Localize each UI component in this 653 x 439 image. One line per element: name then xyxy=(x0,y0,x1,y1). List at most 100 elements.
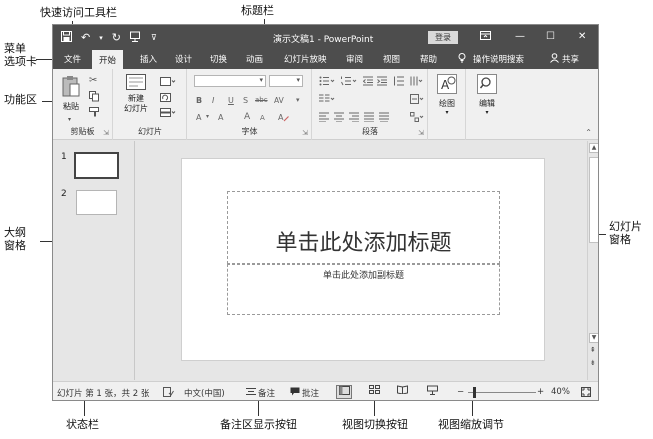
tab-review[interactable]: 审阅 xyxy=(346,53,363,65)
start-from-beginning-icon[interactable] xyxy=(129,31,142,45)
font-launcher-icon[interactable]: ⇲ xyxy=(302,129,308,137)
reset-slide-icon[interactable] xyxy=(160,93,171,104)
clear-formatting-icon[interactable]: ▾ xyxy=(296,96,300,104)
reading-view-button[interactable] xyxy=(394,385,410,399)
align-center-icon[interactable] xyxy=(334,112,345,124)
line-spacing-icon[interactable] xyxy=(393,76,405,88)
font-name-dropdown-icon[interactable]: ▾ xyxy=(259,76,263,84)
customize-quick-access-icon[interactable]: ⊽ xyxy=(151,32,157,44)
comments-button[interactable]: 批注 xyxy=(302,387,319,399)
previous-slide-icon[interactable]: ⇞ xyxy=(590,346,596,354)
vertical-scrollbar[interactable]: ▲ ▼ ⇞ ⇟ xyxy=(587,141,598,380)
tab-design[interactable]: 设计 xyxy=(175,53,192,65)
tab-file[interactable]: 文件 xyxy=(64,53,81,65)
scrollbar-thumb[interactable] xyxy=(589,157,598,243)
user-icon[interactable] xyxy=(550,53,559,66)
annot-notes-button: 备注区显示按钮 xyxy=(220,418,297,431)
smartart-icon[interactable] xyxy=(410,112,424,124)
drawing-button[interactable]: A 绘图 ▾ xyxy=(433,74,461,116)
layout-icon[interactable] xyxy=(160,77,176,88)
maximize-icon[interactable]: ☐ xyxy=(546,31,555,42)
notes-icon[interactable] xyxy=(246,387,256,399)
new-slide-button[interactable]: 新建 幻灯片 xyxy=(119,74,153,114)
share-button[interactable]: 共享 xyxy=(562,53,579,65)
character-spacing-button[interactable]: AV xyxy=(274,96,284,105)
change-case-button[interactable]: A xyxy=(218,113,223,122)
increase-font-button[interactable]: A xyxy=(244,112,250,122)
clipboard-launcher-icon[interactable]: ⇲ xyxy=(103,129,109,137)
zoom-out-button[interactable]: − xyxy=(457,387,464,397)
tab-insert[interactable]: 插入 xyxy=(140,53,157,65)
tab-help[interactable]: 帮助 xyxy=(420,53,437,65)
columns-icon[interactable] xyxy=(319,94,335,106)
zoom-slider-thumb[interactable] xyxy=(473,387,476,398)
numbering-icon[interactable] xyxy=(341,76,357,88)
text-direction-icon[interactable] xyxy=(409,76,423,88)
editing-button[interactable]: 编辑 ▾ xyxy=(473,74,501,116)
accessibility-icon[interactable] xyxy=(163,387,174,400)
font-name-combo[interactable]: ▾ xyxy=(194,75,266,87)
group-drawing: A 绘图 ▾ xyxy=(429,69,466,140)
group-font: ▾ ▾ B I U S abc AV ▾ A ▾ A A A A 字体 ⇲ xyxy=(188,69,312,140)
comments-icon[interactable] xyxy=(290,387,300,399)
undo-icon[interactable]: ↶ xyxy=(81,32,90,44)
bullets-icon[interactable] xyxy=(319,76,335,88)
justify-icon[interactable] xyxy=(364,112,375,124)
align-left-icon[interactable] xyxy=(319,112,330,124)
tell-me-search[interactable]: 操作说明搜索 xyxy=(473,53,524,65)
notes-button[interactable]: 备注 xyxy=(258,387,275,399)
distributed-icon[interactable] xyxy=(379,112,390,124)
redo-icon[interactable]: ↻ xyxy=(112,32,121,44)
tab-slideshow[interactable]: 幻灯片放映 xyxy=(284,53,327,65)
next-slide-icon[interactable]: ⇟ xyxy=(590,359,596,367)
login-button[interactable]: 登录 xyxy=(428,31,458,44)
align-right-icon[interactable] xyxy=(349,112,360,124)
collapse-ribbon-icon[interactable]: ⌃ xyxy=(585,128,592,137)
chevron-down-icon[interactable]: ▾ xyxy=(99,32,103,44)
slide-thumbnail-2[interactable] xyxy=(76,190,117,215)
normal-view-button[interactable] xyxy=(336,385,352,399)
scroll-down-icon[interactable]: ▼ xyxy=(589,333,598,343)
font-color-button[interactable]: A xyxy=(196,113,201,122)
bold-button[interactable]: B xyxy=(196,96,202,105)
format-painter-icon[interactable] xyxy=(89,107,101,119)
font-size-combo[interactable]: ▾ xyxy=(269,75,303,87)
decrease-font-button[interactable]: A xyxy=(260,114,265,122)
section-icon[interactable] xyxy=(160,108,176,119)
subtitle-placeholder[interactable]: 单击此处添加副标题 xyxy=(227,264,500,315)
tab-home[interactable]: 开始 xyxy=(92,50,124,69)
cut-icon[interactable]: ✂ xyxy=(89,75,97,86)
lightbulb-icon[interactable] xyxy=(458,53,466,66)
underline-button[interactable]: U xyxy=(228,96,234,105)
scroll-up-icon[interactable]: ▲ xyxy=(589,143,598,153)
zoom-slider[interactable] xyxy=(468,392,536,393)
title-placeholder[interactable]: 单击此处添加标题 xyxy=(227,191,500,264)
fit-to-window-icon[interactable] xyxy=(581,387,591,400)
minimize-icon[interactable]: — xyxy=(515,31,525,42)
italic-button[interactable]: I xyxy=(212,96,214,105)
strikethrough-button[interactable]: abc xyxy=(255,96,268,104)
close-icon[interactable]: ✕ xyxy=(578,31,586,42)
increase-indent-icon[interactable] xyxy=(377,76,388,88)
tab-animations[interactable]: 动画 xyxy=(246,53,263,65)
decrease-indent-icon[interactable] xyxy=(362,76,374,88)
paste-button[interactable]: 粘贴 xyxy=(59,75,83,112)
font-color-dropdown-icon[interactable]: ▾ xyxy=(206,113,209,120)
paragraph-launcher-icon[interactable]: ⇲ xyxy=(418,129,424,137)
slide-thumbnail-1[interactable] xyxy=(74,152,119,179)
slide-sorter-view-button[interactable] xyxy=(366,385,382,399)
language-status[interactable]: 中文(中国) xyxy=(184,387,225,399)
zoom-level[interactable]: 40% xyxy=(551,387,570,397)
tab-transitions[interactable]: 切换 xyxy=(210,53,227,65)
copy-icon[interactable] xyxy=(89,91,101,104)
slideshow-view-button[interactable] xyxy=(424,385,440,399)
zoom-in-button[interactable]: + xyxy=(537,387,544,397)
save-icon[interactable] xyxy=(61,31,72,45)
ribbon-display-options-icon[interactable] xyxy=(480,31,491,43)
paste-dropdown-icon[interactable]: ▾ xyxy=(68,116,71,123)
align-text-icon[interactable] xyxy=(410,94,424,106)
tab-view[interactable]: 视图 xyxy=(383,53,400,65)
shadow-button[interactable]: S xyxy=(243,96,248,105)
font-size-dropdown-icon[interactable]: ▾ xyxy=(296,76,300,84)
clear-all-formatting-icon[interactable]: A xyxy=(278,112,289,124)
